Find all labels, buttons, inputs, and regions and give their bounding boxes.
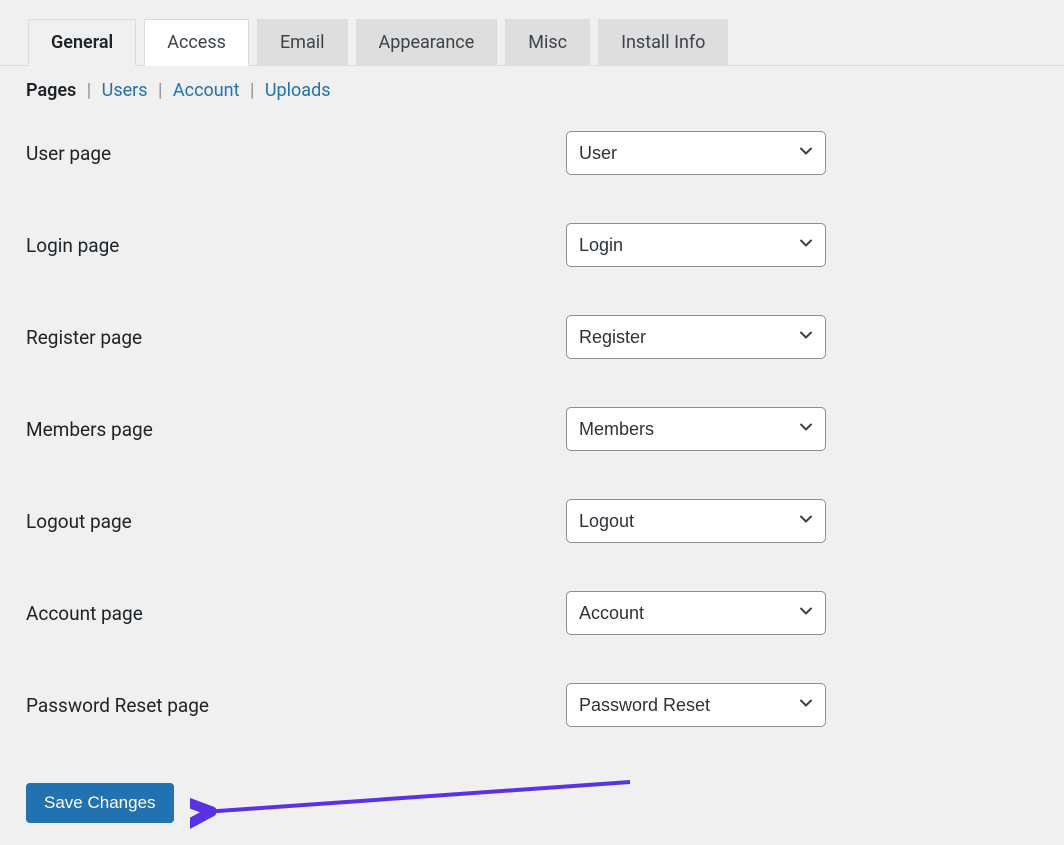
subnav-users[interactable]: Users <box>102 80 148 101</box>
sub-nav: Pages | Users | Account | Uploads <box>0 66 1064 101</box>
subnav-account[interactable]: Account <box>173 80 240 101</box>
settings-form: User page User Login page Login Register… <box>0 101 1064 727</box>
label-password-reset-page: Password Reset page <box>26 694 566 717</box>
select-login-page[interactable]: Login <box>566 223 826 267</box>
select-password-reset-page[interactable]: Password Reset <box>566 683 826 727</box>
subnav-separator: | <box>250 80 254 101</box>
select-user-page-wrap: User <box>566 131 826 175</box>
label-logout-page: Logout page <box>26 510 566 533</box>
tab-access[interactable]: Access <box>144 19 249 66</box>
row-register-page: Register page Register <box>26 315 1064 359</box>
row-members-page: Members page Members <box>26 407 1064 451</box>
row-logout-page: Logout page Logout <box>26 499 1064 543</box>
label-register-page: Register page <box>26 326 566 349</box>
tab-appearance[interactable]: Appearance <box>356 19 498 66</box>
select-members-page[interactable]: Members <box>566 407 826 451</box>
label-members-page: Members page <box>26 418 566 441</box>
select-register-page-wrap: Register <box>566 315 826 359</box>
select-register-page[interactable]: Register <box>566 315 826 359</box>
select-members-page-wrap: Members <box>566 407 826 451</box>
tab-misc[interactable]: Misc <box>505 19 590 66</box>
save-button[interactable]: Save Changes <box>26 783 174 823</box>
subnav-separator: | <box>158 80 162 101</box>
subnav-pages[interactable]: Pages <box>26 80 76 101</box>
subnav-uploads[interactable]: Uploads <box>265 80 331 101</box>
tab-general[interactable]: General <box>28 19 136 66</box>
select-logout-page[interactable]: Logout <box>566 499 826 543</box>
row-password-reset-page: Password Reset page Password Reset <box>26 683 1064 727</box>
tab-email[interactable]: Email <box>257 19 348 66</box>
row-user-page: User page User <box>26 131 1064 175</box>
label-account-page: Account page <box>26 602 566 625</box>
row-login-page: Login page Login <box>26 223 1064 267</box>
select-login-page-wrap: Login <box>566 223 826 267</box>
settings-tabs: General Access Email Appearance Misc Ins… <box>0 0 1064 66</box>
select-user-page[interactable]: User <box>566 131 826 175</box>
label-user-page: User page <box>26 142 566 165</box>
select-account-page[interactable]: Account <box>566 591 826 635</box>
select-account-page-wrap: Account <box>566 591 826 635</box>
label-login-page: Login page <box>26 234 566 257</box>
annotation-arrow-icon <box>190 772 650 842</box>
subnav-separator: | <box>87 80 91 101</box>
select-logout-page-wrap: Logout <box>566 499 826 543</box>
select-password-reset-page-wrap: Password Reset <box>566 683 826 727</box>
tab-install-info[interactable]: Install Info <box>598 19 728 66</box>
row-account-page: Account page Account <box>26 591 1064 635</box>
